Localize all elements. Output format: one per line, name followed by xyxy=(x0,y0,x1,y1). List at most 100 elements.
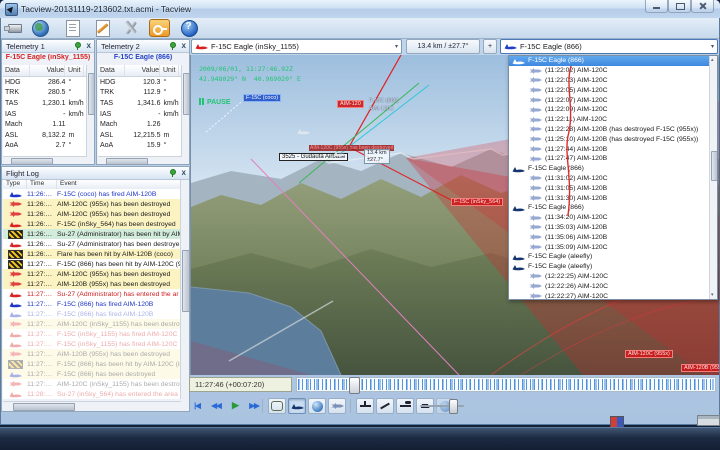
unit-cell: ° xyxy=(65,142,87,149)
flight-log-vscrollbar[interactable] xyxy=(180,180,188,399)
zoom-slider-handle[interactable] xyxy=(449,399,458,414)
timeline-cursor[interactable] xyxy=(349,377,360,394)
left-object-selector[interactable]: F-15C Eagle (inSky_1155) ▾ xyxy=(191,39,402,54)
flight-log-row[interactable]: 11:26:…AIM-120C (955x) has been destroye… xyxy=(3,199,181,209)
browser-item[interactable]: (11:34:20) AIM-120C xyxy=(509,213,717,223)
title-bar[interactable]: Tacview-20131119-213602.txt.acmi - Tacvi… xyxy=(0,0,720,18)
browser-item-label: (11:35:09) AIM-120C xyxy=(545,244,608,251)
close-panel-button[interactable]: x xyxy=(182,41,186,50)
flight-log-row[interactable]: 11:27:…AIM-120B (955x) has been destroye… xyxy=(3,279,181,289)
flight-log-row[interactable]: 11:27:…AIM-120C (inSky_1155) has been de… xyxy=(3,319,181,329)
flight-log-row[interactable]: 11:27:…Su-27 (Administrator) has entered… xyxy=(3,289,181,299)
telemetry2-vscrollbar[interactable] xyxy=(181,65,188,157)
notes-icon[interactable] xyxy=(92,19,112,37)
flight-log-row[interactable]: 11:27:…F-15C (866) has fired AIM-120B xyxy=(3,309,181,319)
browser-item[interactable]: F-15C Eagle (866) xyxy=(509,164,717,174)
browser-item[interactable]: F-15C Eagle (aleefly) xyxy=(509,252,717,262)
browser-item[interactable]: (12:22:26) AIM-120C xyxy=(509,281,717,291)
telemetry2-hscrollbar[interactable] xyxy=(98,156,182,163)
globe-view-button[interactable] xyxy=(308,398,326,414)
flight-log-hscrollbar[interactable] xyxy=(3,401,181,409)
flight-log-row[interactable]: 11:26:…Flare has been hit by AIM-120B (c… xyxy=(3,249,181,259)
flight-log-row[interactable]: 11:27:…F-15C (inSky_1155) has fired AIM-… xyxy=(3,339,181,349)
browser-item[interactable]: (11:27:47) AIM-120B xyxy=(509,154,717,164)
browser-item[interactable]: F-15C Eagle (866) xyxy=(509,203,717,213)
telemetry-column-headers: DataValueUnit xyxy=(3,65,87,77)
browser-item[interactable]: (12:22:27) AIM-120C xyxy=(509,291,717,300)
step-back-button[interactable]: ◀◀ xyxy=(209,399,223,412)
browser-item[interactable]: (11:35:06) AIM-120B xyxy=(509,232,717,242)
event-text: AIM-120C (inSky_1155) has been destroy xyxy=(57,381,181,388)
range-bearing-button[interactable]: 13.4 km / ±27.7° xyxy=(406,39,480,54)
weapon-view-button[interactable] xyxy=(328,398,346,414)
flight-log-row[interactable]: 11:27:…F-15C (inSky_1155) has fired AIM-… xyxy=(3,329,181,339)
side-view-button[interactable] xyxy=(376,398,394,414)
flight-log-row[interactable]: 11:27:…F-15C (866) has been hit by AIM-1… xyxy=(3,259,181,269)
browser-item[interactable]: (11:35:09) AIM-120C xyxy=(509,242,717,252)
browser-item[interactable]: (11:25:10) AIM-120B (has destroyed F-15C… xyxy=(509,134,717,144)
usb-drive-icon[interactable] xyxy=(4,19,24,37)
flight-log-row[interactable]: 11:26:…F-15C (coco) has fired AIM-120B xyxy=(3,189,181,199)
globe-icon[interactable] xyxy=(30,19,50,37)
browser-item[interactable]: (11:22:09) AIM-120C xyxy=(509,105,717,115)
zoom-slider[interactable] xyxy=(420,405,464,407)
flight-log-row[interactable]: 11:26:…F-15C (inSky_564) has been destro… xyxy=(3,219,181,229)
browser-item[interactable]: (11:31:02) AIM-120C xyxy=(509,174,717,184)
step-forward-button[interactable]: ▶▶ xyxy=(247,399,261,412)
close-panel-button[interactable]: x xyxy=(182,168,186,177)
browser-item[interactable]: (11:22:03) AIM-120C xyxy=(509,76,717,86)
telemetry1-hscrollbar[interactable] xyxy=(3,156,87,163)
browser-item[interactable]: (11:22:28) AIM-120B (has destroyed F-15C… xyxy=(509,125,717,135)
minimize-button[interactable] xyxy=(645,0,668,13)
front-view-button[interactable] xyxy=(356,398,374,414)
browser-item[interactable]: (11:31:30) AIM-120B xyxy=(509,193,717,203)
skip-start-button[interactable]: |◀ xyxy=(190,399,204,412)
add-telemetry-button[interactable]: + xyxy=(483,39,497,54)
flight-log-header[interactable]: Flight Log xyxy=(2,167,189,180)
play-button[interactable]: ▶ xyxy=(228,399,242,412)
browser-item[interactable]: F-15C Eagle (aleefly) xyxy=(509,262,717,272)
flight-log-row[interactable]: 11:26:…Su-27 (Administrator) has been de… xyxy=(3,239,181,249)
flight-log-row[interactable]: 11:27:…AIM-120C (955x) has been destroye… xyxy=(3,269,181,279)
flight-log-row[interactable]: 11:27:…AIM-120C (inSky_1155) has been de… xyxy=(3,379,181,389)
browser-item[interactable]: (11:35:03) AIM-120B xyxy=(509,223,717,233)
data-cell: ASL xyxy=(3,132,31,139)
background-mini-window[interactable] xyxy=(697,415,720,426)
pin-icon[interactable] xyxy=(168,42,176,51)
browser-item[interactable]: (11:31:05) AIM-120B xyxy=(509,183,717,193)
close-button[interactable] xyxy=(691,0,714,13)
flight-log-row[interactable]: 11:27:…F-15C (866) has fired AIM-120B xyxy=(3,299,181,309)
chevron-down-icon: ▾ xyxy=(711,43,714,50)
flight-log-row[interactable]: 11:26:…Su-27 (Administrator) has been hi… xyxy=(3,229,181,239)
browser-scrollbar[interactable]: ▴ ▾ xyxy=(709,56,717,299)
flight-log-row[interactable]: 11:26:…AIM-120C (955x) has been destroye… xyxy=(3,209,181,219)
aircraft-view-button[interactable] xyxy=(288,398,306,414)
flight-log-row[interactable]: 11:27:…AIM-120B (955x) has been destroye… xyxy=(3,349,181,359)
help-icon[interactable]: ? xyxy=(179,19,199,37)
data-cell: AoA xyxy=(98,142,126,149)
right-object-selector[interactable]: F-15C Eagle (866) ▾ xyxy=(500,39,718,54)
flight-log-row[interactable]: 11:27:…F-15C (866) has been hit by AIM-1… xyxy=(3,359,181,369)
browser-item[interactable]: F-15C Eagle (866) xyxy=(509,56,717,66)
event-time: 11:26:… xyxy=(27,251,57,258)
flight-report-icon[interactable] xyxy=(62,19,82,37)
browser-item[interactable]: (11:22:02) AIM-120C xyxy=(509,66,717,76)
browser-item[interactable]: (11:27:44) AIM-120B xyxy=(509,144,717,154)
browser-item[interactable]: (11:22:11) AIM-120C xyxy=(509,115,717,125)
browser-item[interactable]: (12:22:25) AIM-120C xyxy=(509,272,717,282)
browser-item[interactable]: (11:22:05) AIM-120C xyxy=(509,85,717,95)
pin-icon[interactable] xyxy=(168,169,176,178)
close-panel-button[interactable]: x xyxy=(87,41,91,50)
free-camera-button[interactable] xyxy=(268,398,286,414)
chase-view-button[interactable] xyxy=(396,398,414,414)
timeline-track[interactable] xyxy=(296,377,716,392)
flight-log-row[interactable]: 11:27:…F-15C (866) has been destroyed xyxy=(3,369,181,379)
maximize-button[interactable] xyxy=(668,0,691,13)
browser-item[interactable]: (11:22:07) AIM-120C xyxy=(509,95,717,105)
flight-log-row[interactable]: 11:28:…Su-27 (inSky_564) has entered the… xyxy=(3,389,181,399)
license-key-icon[interactable] xyxy=(149,19,170,37)
viewport-label: F-15C (coco) xyxy=(243,94,281,102)
pin-icon[interactable] xyxy=(73,42,81,51)
tools-icon[interactable] xyxy=(120,19,140,37)
telemetry1-vscrollbar[interactable] xyxy=(86,65,93,157)
